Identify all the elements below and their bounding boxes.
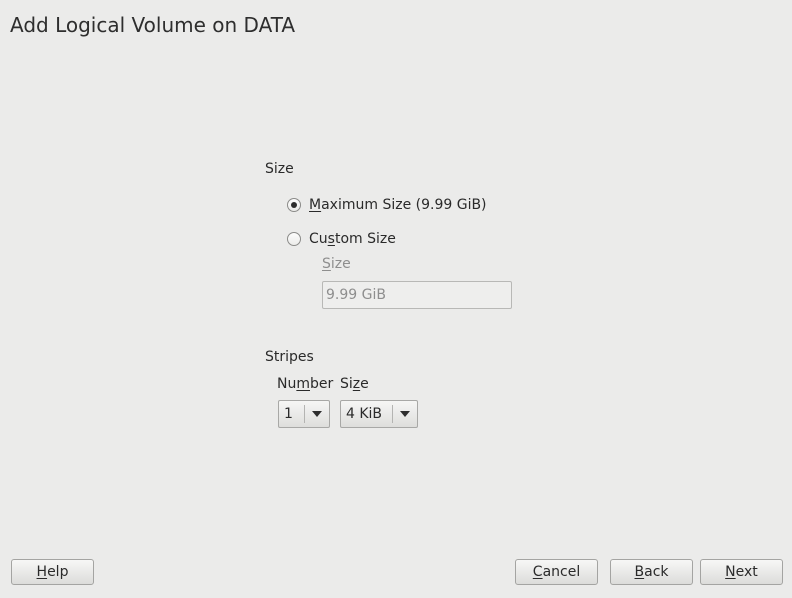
maximum-size-mnemonic: M — [309, 197, 322, 213]
page-title: Add Logical Volume on DATA — [10, 13, 296, 37]
cancel-label: ancel — [542, 564, 581, 580]
custom-size-label: Custom Size — [309, 231, 396, 247]
stripes-number-select[interactable]: 1 — [278, 400, 330, 428]
stripes-size-label: Size — [340, 376, 369, 392]
triangle-down-icon[interactable] — [393, 411, 417, 417]
size-section-label: Size — [265, 161, 294, 177]
next-button[interactable]: Next — [700, 559, 783, 585]
back-button[interactable]: Back — [610, 559, 693, 585]
stripes-section-label: Stripes — [265, 349, 314, 365]
stripes-number-label-prefix: Nu — [277, 376, 297, 392]
help-mnemonic: H — [36, 564, 48, 580]
custom-size-field-label-text: ize — [330, 256, 351, 272]
maximum-size-radio[interactable] — [287, 198, 301, 212]
next-label: ext — [735, 564, 758, 580]
stripes-size-value: 4 KiB — [346, 406, 383, 422]
stripes-number-label-text: ber — [310, 376, 334, 392]
help-button[interactable]: Help — [11, 559, 94, 585]
maximum-size-label: Maximum Size (9.99 GiB) — [309, 197, 487, 213]
maximum-size-label-text: aximum Size (9.99 GiB) — [321, 197, 487, 213]
custom-size-mnemonic: s — [327, 231, 335, 247]
stripes-number-mnemonic: m — [296, 376, 310, 392]
custom-size-field-label: Size — [322, 256, 351, 272]
cancel-mnemonic: C — [532, 564, 543, 580]
stripes-size-label-text: e — [360, 376, 369, 392]
custom-size-input[interactable] — [322, 281, 512, 309]
next-mnemonic: N — [725, 564, 736, 580]
back-mnemonic: B — [634, 564, 645, 580]
custom-size-option[interactable]: Custom Size — [287, 229, 396, 249]
custom-size-radio[interactable] — [287, 232, 301, 246]
maximum-size-option[interactable]: Maximum Size (9.99 GiB) — [287, 195, 487, 215]
custom-size-label-text: tom Size — [334, 231, 396, 247]
back-label: ack — [644, 564, 669, 580]
custom-size-label-prefix: Cu — [309, 231, 328, 247]
stripes-number-value: 1 — [284, 406, 293, 422]
triangle-down-icon[interactable] — [305, 411, 329, 417]
stripes-size-select[interactable]: 4 KiB — [340, 400, 418, 428]
help-label: elp — [47, 564, 69, 580]
cancel-button[interactable]: Cancel — [515, 559, 598, 585]
custom-size-field-mnemonic: S — [322, 256, 331, 272]
stripes-number-label: Number — [277, 376, 333, 392]
stripes-size-label-prefix: Si — [340, 376, 353, 392]
